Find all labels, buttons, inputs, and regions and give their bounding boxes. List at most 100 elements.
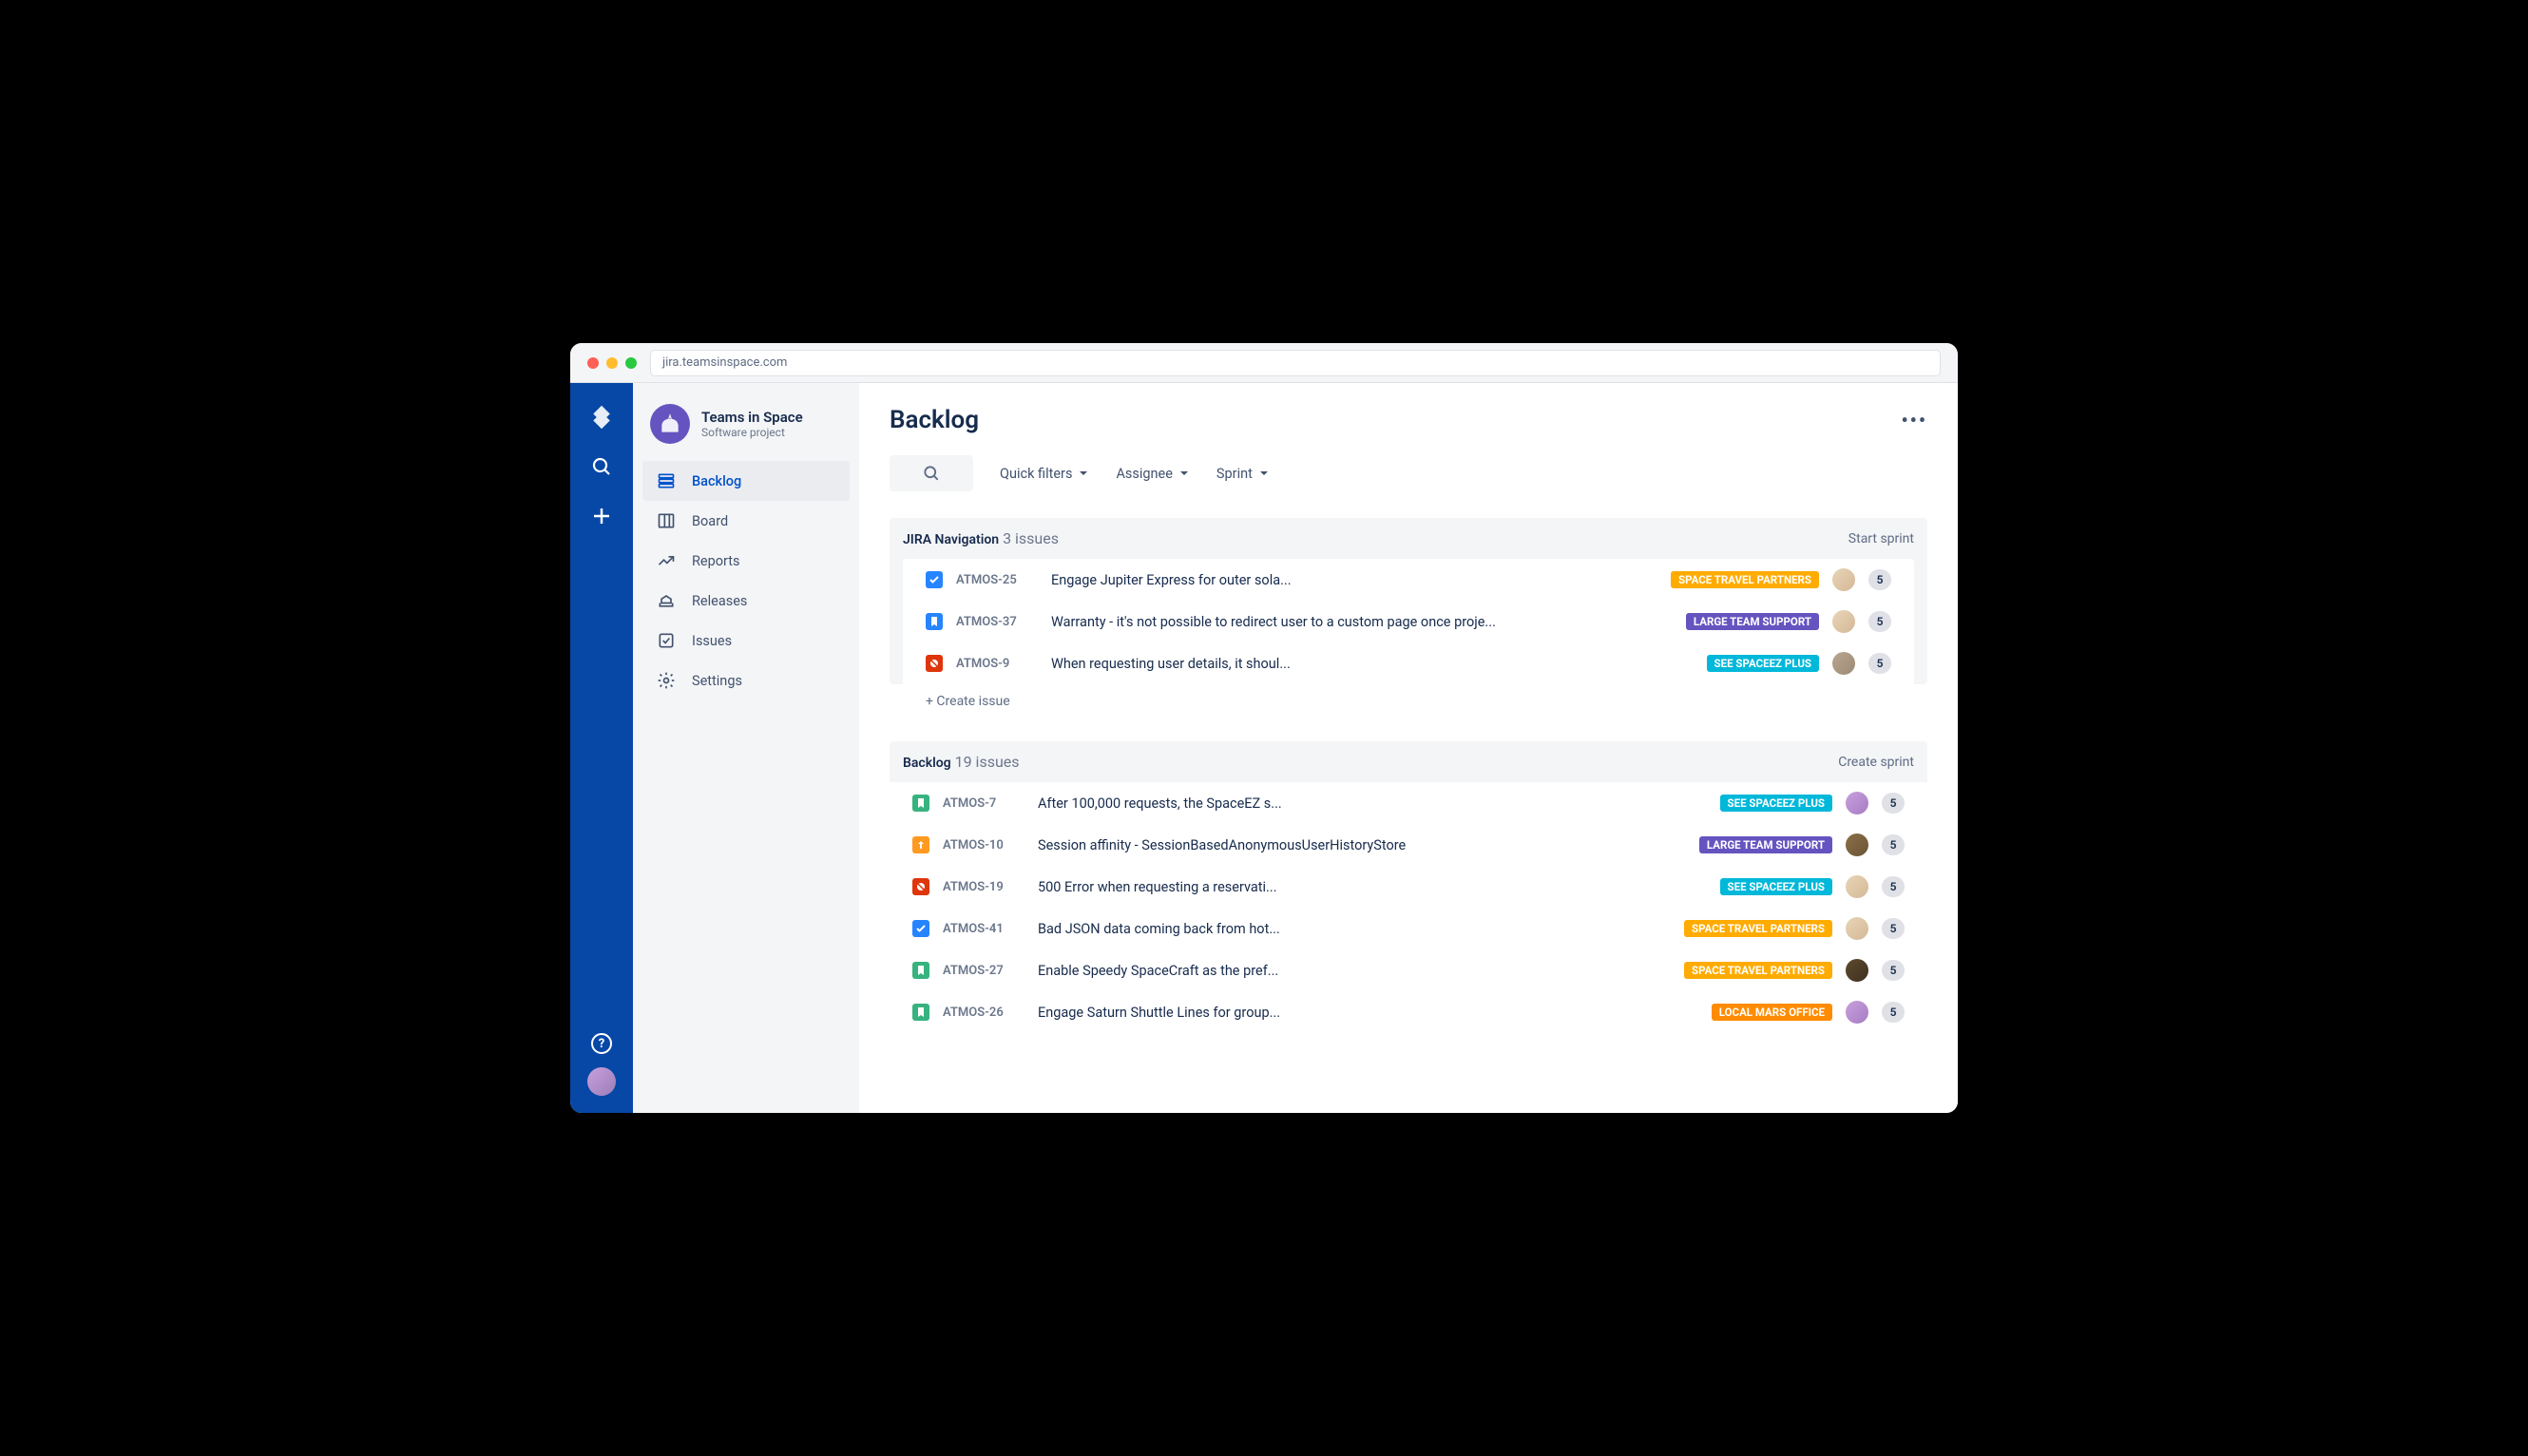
issue-summary: Engage Jupiter Express for outer sola...	[1051, 572, 1657, 588]
reports-icon	[656, 550, 677, 571]
assignee-avatar[interactable]	[1846, 875, 1868, 898]
epic-badge[interactable]: LOCAL MARS OFFICE	[1712, 1004, 1832, 1021]
board-icon	[656, 510, 677, 531]
window-minimize-button[interactable]	[606, 357, 618, 369]
sidebar-item-reports[interactable]: Reports	[642, 541, 850, 581]
more-actions-button[interactable]: •••	[1901, 409, 1927, 431]
sidebar-item-label: Releases	[692, 593, 747, 609]
issue-row[interactable]: ATMOS-25 Engage Jupiter Express for oute…	[903, 559, 1914, 601]
assignee-avatar[interactable]	[1846, 959, 1868, 982]
epic-badge[interactable]: SEE SPACEEZ PLUS	[1707, 655, 1819, 672]
issue-key[interactable]: ATMOS-19	[943, 880, 1025, 894]
assignee-avatar[interactable]	[1846, 917, 1868, 940]
filter-label: Quick filters	[1000, 466, 1072, 482]
issue-key[interactable]: ATMOS-10	[943, 838, 1025, 853]
page-title: Backlog	[890, 406, 979, 434]
issue-row[interactable]: ATMOS-26 Engage Saturn Shuttle Lines for…	[890, 991, 1927, 1033]
issue-type-icon	[912, 878, 929, 895]
issue-key[interactable]: ATMOS-25	[956, 573, 1038, 587]
profile-avatar[interactable]	[587, 1067, 616, 1096]
search-button[interactable]	[890, 455, 973, 491]
section-count: 19 issues	[955, 753, 1020, 771]
issue-key[interactable]: ATMOS-9	[956, 657, 1038, 671]
sidebar-item-settings[interactable]: Settings	[642, 661, 850, 700]
sprint-dropdown[interactable]: Sprint	[1216, 466, 1270, 482]
story-points: 5	[1882, 876, 1905, 897]
assignee-avatar[interactable]	[1832, 610, 1855, 633]
window-close-button[interactable]	[587, 357, 599, 369]
section-action-button[interactable]: Create sprint	[1838, 755, 1914, 770]
section-count: 3 issues	[1003, 529, 1059, 547]
assignee-avatar[interactable]	[1832, 652, 1855, 675]
jira-logo-icon[interactable]	[588, 404, 615, 431]
filter-label: Sprint	[1216, 466, 1253, 482]
window-maximize-button[interactable]	[625, 357, 637, 369]
sidebar-item-label: Backlog	[692, 473, 741, 489]
assignee-avatar[interactable]	[1832, 568, 1855, 591]
project-type: Software project	[701, 426, 803, 439]
issue-type-icon	[926, 655, 943, 672]
search-icon	[922, 464, 941, 483]
issue-row[interactable]: ATMOS-7 After 100,000 requests, the Spac…	[890, 782, 1927, 824]
issue-summary: Enable Speedy SpaceCraft as the pref...	[1038, 963, 1671, 979]
project-avatar-icon	[650, 404, 690, 444]
issue-summary: Warranty - it's not possible to redirect…	[1051, 614, 1673, 630]
url-bar[interactable]: jira.teamsinspace.com	[650, 350, 1941, 376]
project-name: Teams in Space	[701, 409, 803, 426]
story-points: 5	[1868, 569, 1891, 590]
releases-icon	[656, 590, 677, 611]
assignee-dropdown[interactable]: Assignee	[1116, 466, 1189, 482]
sidebar-item-label: Issues	[692, 633, 732, 649]
story-points: 5	[1868, 653, 1891, 674]
project-header[interactable]: Teams in Space Software project	[633, 404, 859, 461]
issue-type-icon	[912, 920, 929, 937]
assignee-avatar[interactable]	[1846, 792, 1868, 814]
browser-chrome: jira.teamsinspace.com	[570, 343, 1958, 383]
issue-key[interactable]: ATMOS-41	[943, 922, 1025, 936]
sidebar-item-label: Settings	[692, 673, 742, 689]
search-icon[interactable]	[588, 453, 615, 480]
issue-row[interactable]: ATMOS-41 Bad JSON data coming back from …	[890, 908, 1927, 949]
issue-row[interactable]: ATMOS-27 Enable Speedy SpaceCraft as the…	[890, 949, 1927, 991]
story-points: 5	[1882, 834, 1905, 855]
create-icon[interactable]	[588, 503, 615, 529]
issue-key[interactable]: ATMOS-7	[943, 796, 1025, 811]
issue-row[interactable]: ATMOS-9 When requesting user details, it…	[903, 642, 1914, 684]
assignee-avatar[interactable]	[1846, 1001, 1868, 1024]
issue-row[interactable]: ATMOS-37 Warranty - it's not possible to…	[903, 601, 1914, 642]
issue-summary: Engage Saturn Shuttle Lines for group...	[1038, 1005, 1698, 1021]
issue-type-icon	[912, 795, 929, 812]
epic-badge[interactable]: SEE SPACEEZ PLUS	[1720, 795, 1832, 812]
issue-summary: Bad JSON data coming back from hot...	[1038, 921, 1671, 937]
issue-summary: After 100,000 requests, the SpaceEZ s...	[1038, 795, 1707, 812]
section-action-button[interactable]: Start sprint	[1848, 531, 1914, 546]
backlog-section: JIRA Navigation 3 issues Start sprint AT…	[890, 518, 1927, 720]
issue-row[interactable]: ATMOS-19 500 Error when requesting a res…	[890, 866, 1927, 908]
help-icon[interactable]: ?	[591, 1033, 612, 1054]
create-issue-button[interactable]: + Create issue	[903, 684, 1914, 720]
epic-badge[interactable]: LARGE TEAM SUPPORT	[1686, 613, 1819, 630]
backlog-icon	[656, 470, 677, 491]
sidebar-item-issues[interactable]: Issues	[642, 621, 850, 661]
epic-badge[interactable]: SPACE TRAVEL PARTNERS	[1671, 571, 1819, 588]
epic-badge[interactable]: SEE SPACEEZ PLUS	[1720, 878, 1832, 895]
issue-summary: 500 Error when requesting a reservati...	[1038, 879, 1707, 895]
epic-badge[interactable]: LARGE TEAM SUPPORT	[1699, 836, 1832, 853]
quick-filters-dropdown[interactable]: Quick filters	[1000, 466, 1089, 482]
sidebar-item-label: Board	[692, 513, 728, 529]
assignee-avatar[interactable]	[1846, 833, 1868, 856]
issues-icon	[656, 630, 677, 651]
issue-type-icon	[926, 571, 943, 588]
story-points: 5	[1882, 793, 1905, 814]
epic-badge[interactable]: SPACE TRAVEL PARTNERS	[1684, 920, 1832, 937]
sidebar-item-backlog[interactable]: Backlog	[642, 461, 850, 501]
story-points: 5	[1868, 611, 1891, 632]
issue-key[interactable]: ATMOS-26	[943, 1006, 1025, 1020]
sidebar-item-releases[interactable]: Releases	[642, 581, 850, 621]
issue-key[interactable]: ATMOS-37	[956, 615, 1038, 629]
epic-badge[interactable]: SPACE TRAVEL PARTNERS	[1684, 962, 1832, 979]
section-title: Backlog	[903, 756, 951, 771]
issue-key[interactable]: ATMOS-27	[943, 964, 1025, 978]
issue-row[interactable]: ATMOS-10 Session affinity - SessionBased…	[890, 824, 1927, 866]
sidebar-item-board[interactable]: Board	[642, 501, 850, 541]
